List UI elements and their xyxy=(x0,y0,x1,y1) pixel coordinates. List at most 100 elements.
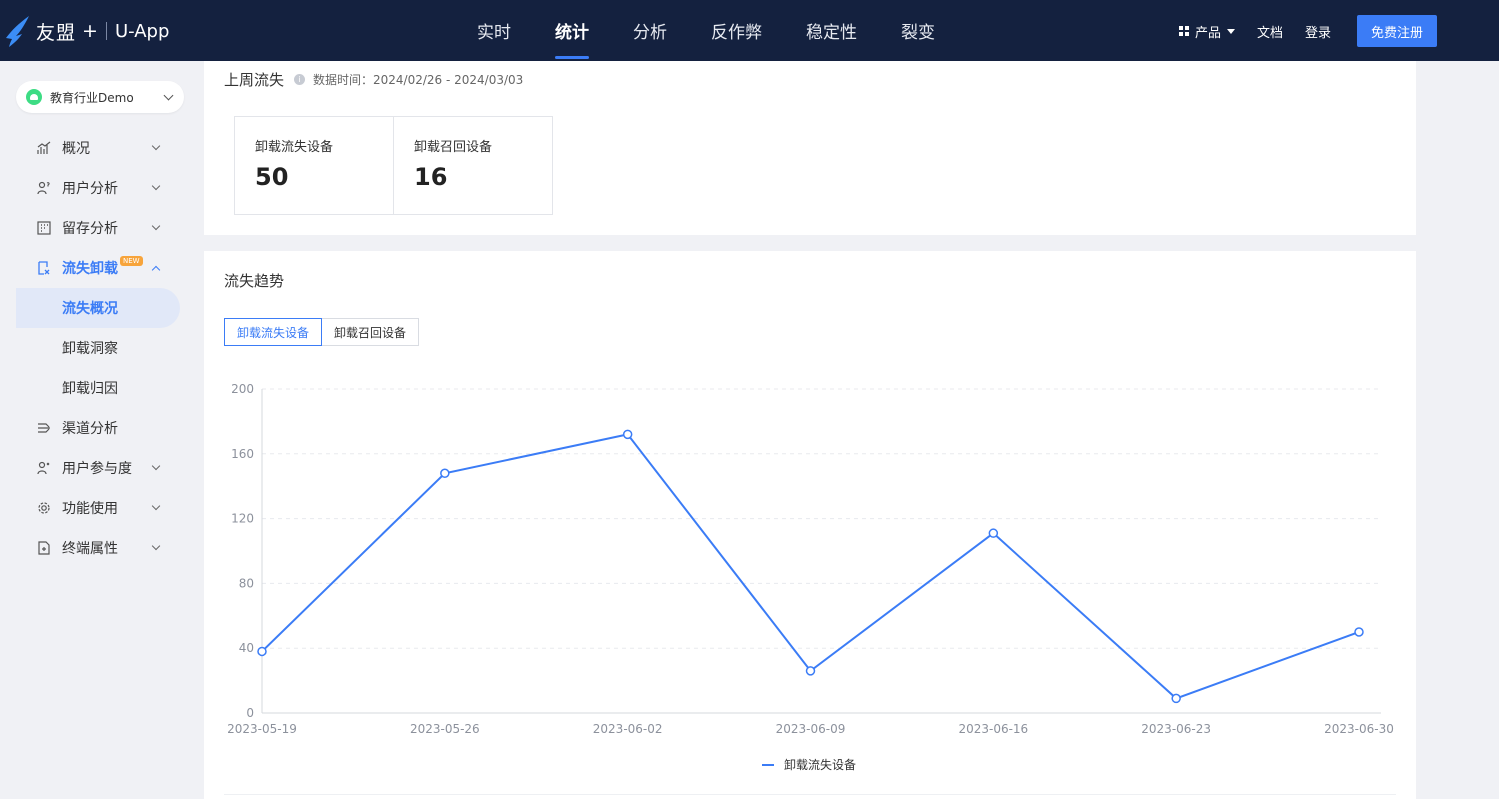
series-line xyxy=(261,433,1360,700)
stat-label: 卸载召回设备 xyxy=(414,140,493,155)
apps-grid-icon xyxy=(1178,26,1189,36)
legend-label: 卸载流失设备 xyxy=(784,757,856,772)
right-gutter xyxy=(1416,61,1499,799)
x-tick-label: 2023-06-02 xyxy=(593,722,663,736)
x-tick-label: 2023-05-19 xyxy=(227,722,297,736)
churn-trend-card: 流失趋势 卸载流失设备 卸载召回设备 0 40 80 120 160 200 2023-05… xyxy=(204,251,1416,799)
stat-value: 50 xyxy=(255,163,289,191)
x-tick-label: 2023-06-30 xyxy=(1324,722,1394,736)
last-week-header: 上周流失 i 数据时间：2024/02/26 - 2024/03/03 xyxy=(224,69,523,90)
data-point xyxy=(805,666,816,676)
sidebar-item-label: 概况 xyxy=(62,141,90,157)
data-point xyxy=(988,528,999,538)
data-point xyxy=(257,646,267,657)
sidebar-item-feature-usage[interactable]: 功能使用 xyxy=(0,488,196,528)
sidebar-item-label: 终端属性 xyxy=(62,541,118,557)
brand-plus: + xyxy=(82,20,98,42)
tab-analysis[interactable]: 分析 xyxy=(616,0,684,61)
device-icon xyxy=(38,541,50,555)
chevron-down-icon xyxy=(163,90,174,101)
sidebar-subitem-uninstall-attribution[interactable]: 卸载归因 xyxy=(0,368,196,408)
section-title: 上周流失 xyxy=(224,71,285,89)
top-navbar: 友盟 + U-App 实时 统计 分析 反作弊 稳定性 裂变 产品 文档 登录 … xyxy=(0,0,1499,61)
brand-name: 友盟 xyxy=(36,21,77,44)
brand-divider xyxy=(105,22,107,40)
sidebar-item-label: 渠道分析 xyxy=(62,421,118,437)
chevron-down-icon xyxy=(151,541,161,551)
grid-table-icon xyxy=(37,221,51,235)
data-point xyxy=(1171,693,1181,704)
chevron-down-icon xyxy=(151,181,161,191)
stat-label: 卸载流失设备 xyxy=(255,140,334,155)
chevron-down-icon xyxy=(151,141,161,151)
products-menu[interactable]: 产品 xyxy=(1178,22,1235,41)
docs-link[interactable]: 文档 xyxy=(1257,22,1283,41)
chevron-down-icon xyxy=(151,461,161,471)
tab-anti-cheat[interactable]: 反作弊 xyxy=(694,0,779,61)
sidebar-item-overview[interactable]: 概况 xyxy=(0,128,196,168)
android-icon xyxy=(26,89,42,105)
sidebar-menu: 概况 用户分析 留存分析 流失卸载 NEW 流失概况 卸载洞察 卸载归因 渠道分… xyxy=(0,128,196,568)
sidebar-item-label: 用户参与度 xyxy=(62,461,132,477)
y-tick-label: 120 xyxy=(231,512,254,526)
login-link[interactable]: 登录 xyxy=(1305,22,1331,41)
data-time-range: 数据时间：2024/02/26 - 2024/03/03 xyxy=(313,73,524,87)
sidebar-item-channel[interactable]: 渠道分析 xyxy=(0,408,196,448)
chevron-down-icon xyxy=(151,221,161,231)
top-right-actions: 产品 文档 登录 免费注册 xyxy=(1157,15,1437,47)
sidebar-item-user-analysis[interactable]: 用户分析 xyxy=(0,168,196,208)
brand-logo[interactable]: 友盟 + U-App xyxy=(4,14,169,48)
x-tick-label: 2023-05-26 xyxy=(410,722,480,736)
sidebar-item-device-attributes[interactable]: 终端属性 xyxy=(0,528,196,568)
app-selector[interactable]: 教育行业Demo xyxy=(16,81,184,113)
chevron-down-icon xyxy=(151,501,161,511)
register-button[interactable]: 免费注册 xyxy=(1357,15,1437,47)
sidebar-item-engagement[interactable]: 用户参与度 xyxy=(0,448,196,488)
sidebar-item-label: 用户分析 xyxy=(62,181,118,197)
y-tick-label: 160 xyxy=(231,447,254,461)
umeng-bird-icon xyxy=(6,16,29,47)
sidebar-subitem-churn-overview[interactable]: 流失概况 xyxy=(16,288,180,328)
sidebar-item-label: 流失卸载 xyxy=(62,261,118,277)
chevron-up-icon xyxy=(151,265,161,275)
app-name: 教育行业Demo xyxy=(50,90,134,105)
x-tick-label: 2023-06-23 xyxy=(1141,722,1211,736)
x-tick-label: 2023-06-16 xyxy=(958,722,1028,736)
sidebar-item-label: 功能使用 xyxy=(62,501,118,517)
sidebar-subitem-uninstall-insight[interactable]: 卸载洞察 xyxy=(0,328,196,368)
info-icon[interactable]: i xyxy=(294,74,306,85)
data-point xyxy=(440,468,450,478)
sidebar-item-churn-uninstall[interactable]: 流失卸载 NEW xyxy=(0,248,196,288)
tab-realtime[interactable]: 实时 xyxy=(460,0,528,61)
y-tick-label: 200 xyxy=(231,382,254,396)
stat-uninstall-recall: 卸载召回设备 16 xyxy=(393,116,553,215)
y-tick-label: 40 xyxy=(239,641,254,655)
gear-icon xyxy=(38,502,50,514)
chart-icon xyxy=(37,141,51,154)
caret-down-icon xyxy=(1226,28,1235,34)
x-tick-label: 2023-06-09 xyxy=(776,722,846,736)
divider xyxy=(224,794,1396,795)
sidebar-item-retention[interactable]: 留存分析 xyxy=(0,208,196,248)
uninstall-icon xyxy=(38,261,50,275)
data-point xyxy=(622,429,633,440)
tab-statistics[interactable]: 统计 xyxy=(538,0,606,61)
stat-value: 16 xyxy=(414,163,448,191)
data-point xyxy=(1354,627,1364,637)
sidebar-item-label: 留存分析 xyxy=(62,221,118,237)
products-label: 产品 xyxy=(1194,25,1221,41)
product-name: U-App xyxy=(114,20,170,42)
main-nav-tabs: 实时 统计 分析 反作弊 稳定性 裂变 xyxy=(460,0,962,61)
last-week-churn-card: 上周流失 i 数据时间：2024/02/26 - 2024/03/03 卸载流失… xyxy=(204,61,1416,235)
y-tick-label: 0 xyxy=(246,706,254,720)
tab-fission[interactable]: 裂变 xyxy=(884,0,952,61)
tab-stability[interactable]: 稳定性 xyxy=(789,0,874,61)
user-question-icon xyxy=(37,181,50,195)
churn-trend-chart: 0 40 80 120 160 200 2023-05-19 2023-05-26 2023-0… xyxy=(227,382,1394,772)
y-tick-label: 80 xyxy=(239,576,254,590)
sidebar: 教育行业Demo 概况 用户分析 留存分析 流失卸载 NEW 流失概况 卸载洞察… xyxy=(0,61,196,799)
new-badge: NEW xyxy=(120,256,143,266)
engagement-icon xyxy=(37,461,50,475)
channel-icon xyxy=(38,423,50,433)
stat-uninstall-churn: 卸载流失设备 50 xyxy=(234,116,394,215)
